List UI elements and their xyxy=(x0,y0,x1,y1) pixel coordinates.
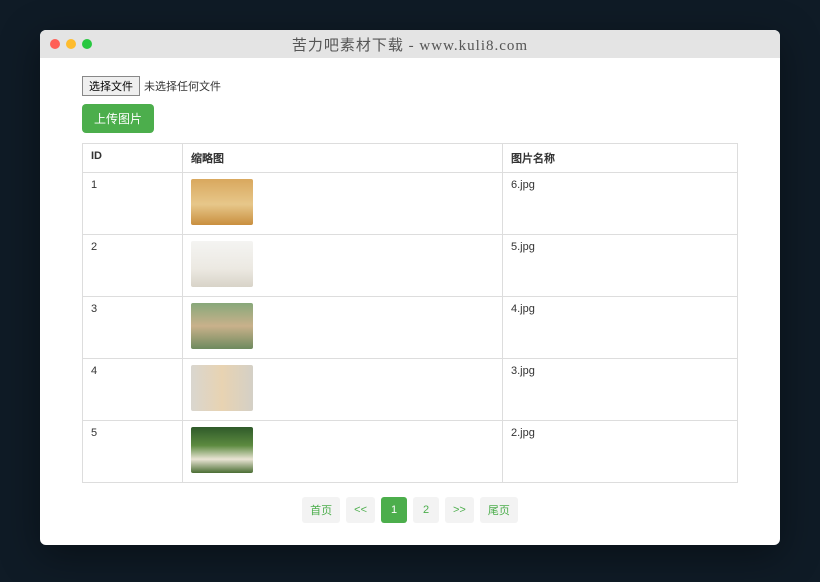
file-status-text: 未选择任何文件 xyxy=(144,78,221,94)
window-title: 苦力吧素材下载 - www.kuli8.com xyxy=(40,34,780,55)
thumbnail-image[interactable] xyxy=(191,179,253,225)
col-header-thumb: 缩略图 xyxy=(183,144,503,173)
pagination: 首页 << 12 >> 尾页 xyxy=(82,497,738,523)
thumbnail-image[interactable] xyxy=(191,427,253,473)
table-row: 5 2.jpg xyxy=(83,421,738,483)
cell-id: 2 xyxy=(83,235,183,297)
close-icon[interactable] xyxy=(50,39,60,49)
thumbnail-image[interactable] xyxy=(191,241,253,287)
cell-name: 6.jpg xyxy=(503,173,738,235)
page-number-2[interactable]: 2 xyxy=(413,497,439,523)
cell-thumb xyxy=(183,297,503,359)
image-table: ID 缩略图 图片名称 1 6.jpg 2 5.jpg 3 4.jpg 4 3.jpg 5 2.j… xyxy=(82,143,738,483)
page-last[interactable]: 尾页 xyxy=(480,497,518,523)
cell-thumb xyxy=(183,421,503,483)
cell-id: 4 xyxy=(83,359,183,421)
cell-name: 4.jpg xyxy=(503,297,738,359)
table-row: 3 4.jpg xyxy=(83,297,738,359)
cell-thumb xyxy=(183,359,503,421)
page-prev[interactable]: << xyxy=(346,497,375,523)
col-header-name: 图片名称 xyxy=(503,144,738,173)
cell-name: 2.jpg xyxy=(503,421,738,483)
thumbnail-image[interactable] xyxy=(191,303,253,349)
table-row: 4 3.jpg xyxy=(83,359,738,421)
maximize-icon[interactable] xyxy=(82,39,92,49)
cell-id: 3 xyxy=(83,297,183,359)
cell-name: 5.jpg xyxy=(503,235,738,297)
page-next[interactable]: >> xyxy=(445,497,474,523)
window-controls xyxy=(50,39,92,49)
table-row: 2 5.jpg xyxy=(83,235,738,297)
content-area: 选择文件 未选择任何文件 上传图片 ID 缩略图 图片名称 1 6.jpg 2 5.j… xyxy=(40,58,780,545)
minimize-icon[interactable] xyxy=(66,39,76,49)
thumbnail-image[interactable] xyxy=(191,365,253,411)
choose-file-button[interactable]: 选择文件 xyxy=(82,76,140,96)
file-input-row: 选择文件 未选择任何文件 xyxy=(82,76,738,96)
titlebar: 苦力吧素材下载 - www.kuli8.com xyxy=(40,30,780,58)
table-row: 1 6.jpg xyxy=(83,173,738,235)
page-first[interactable]: 首页 xyxy=(302,497,340,523)
page-number-1[interactable]: 1 xyxy=(381,497,407,523)
col-header-id: ID xyxy=(83,144,183,173)
cell-id: 5 xyxy=(83,421,183,483)
cell-thumb xyxy=(183,235,503,297)
cell-thumb xyxy=(183,173,503,235)
upload-button[interactable]: 上传图片 xyxy=(82,104,154,133)
cell-id: 1 xyxy=(83,173,183,235)
app-window: 苦力吧素材下载 - www.kuli8.com 选择文件 未选择任何文件 上传图… xyxy=(40,30,780,545)
cell-name: 3.jpg xyxy=(503,359,738,421)
